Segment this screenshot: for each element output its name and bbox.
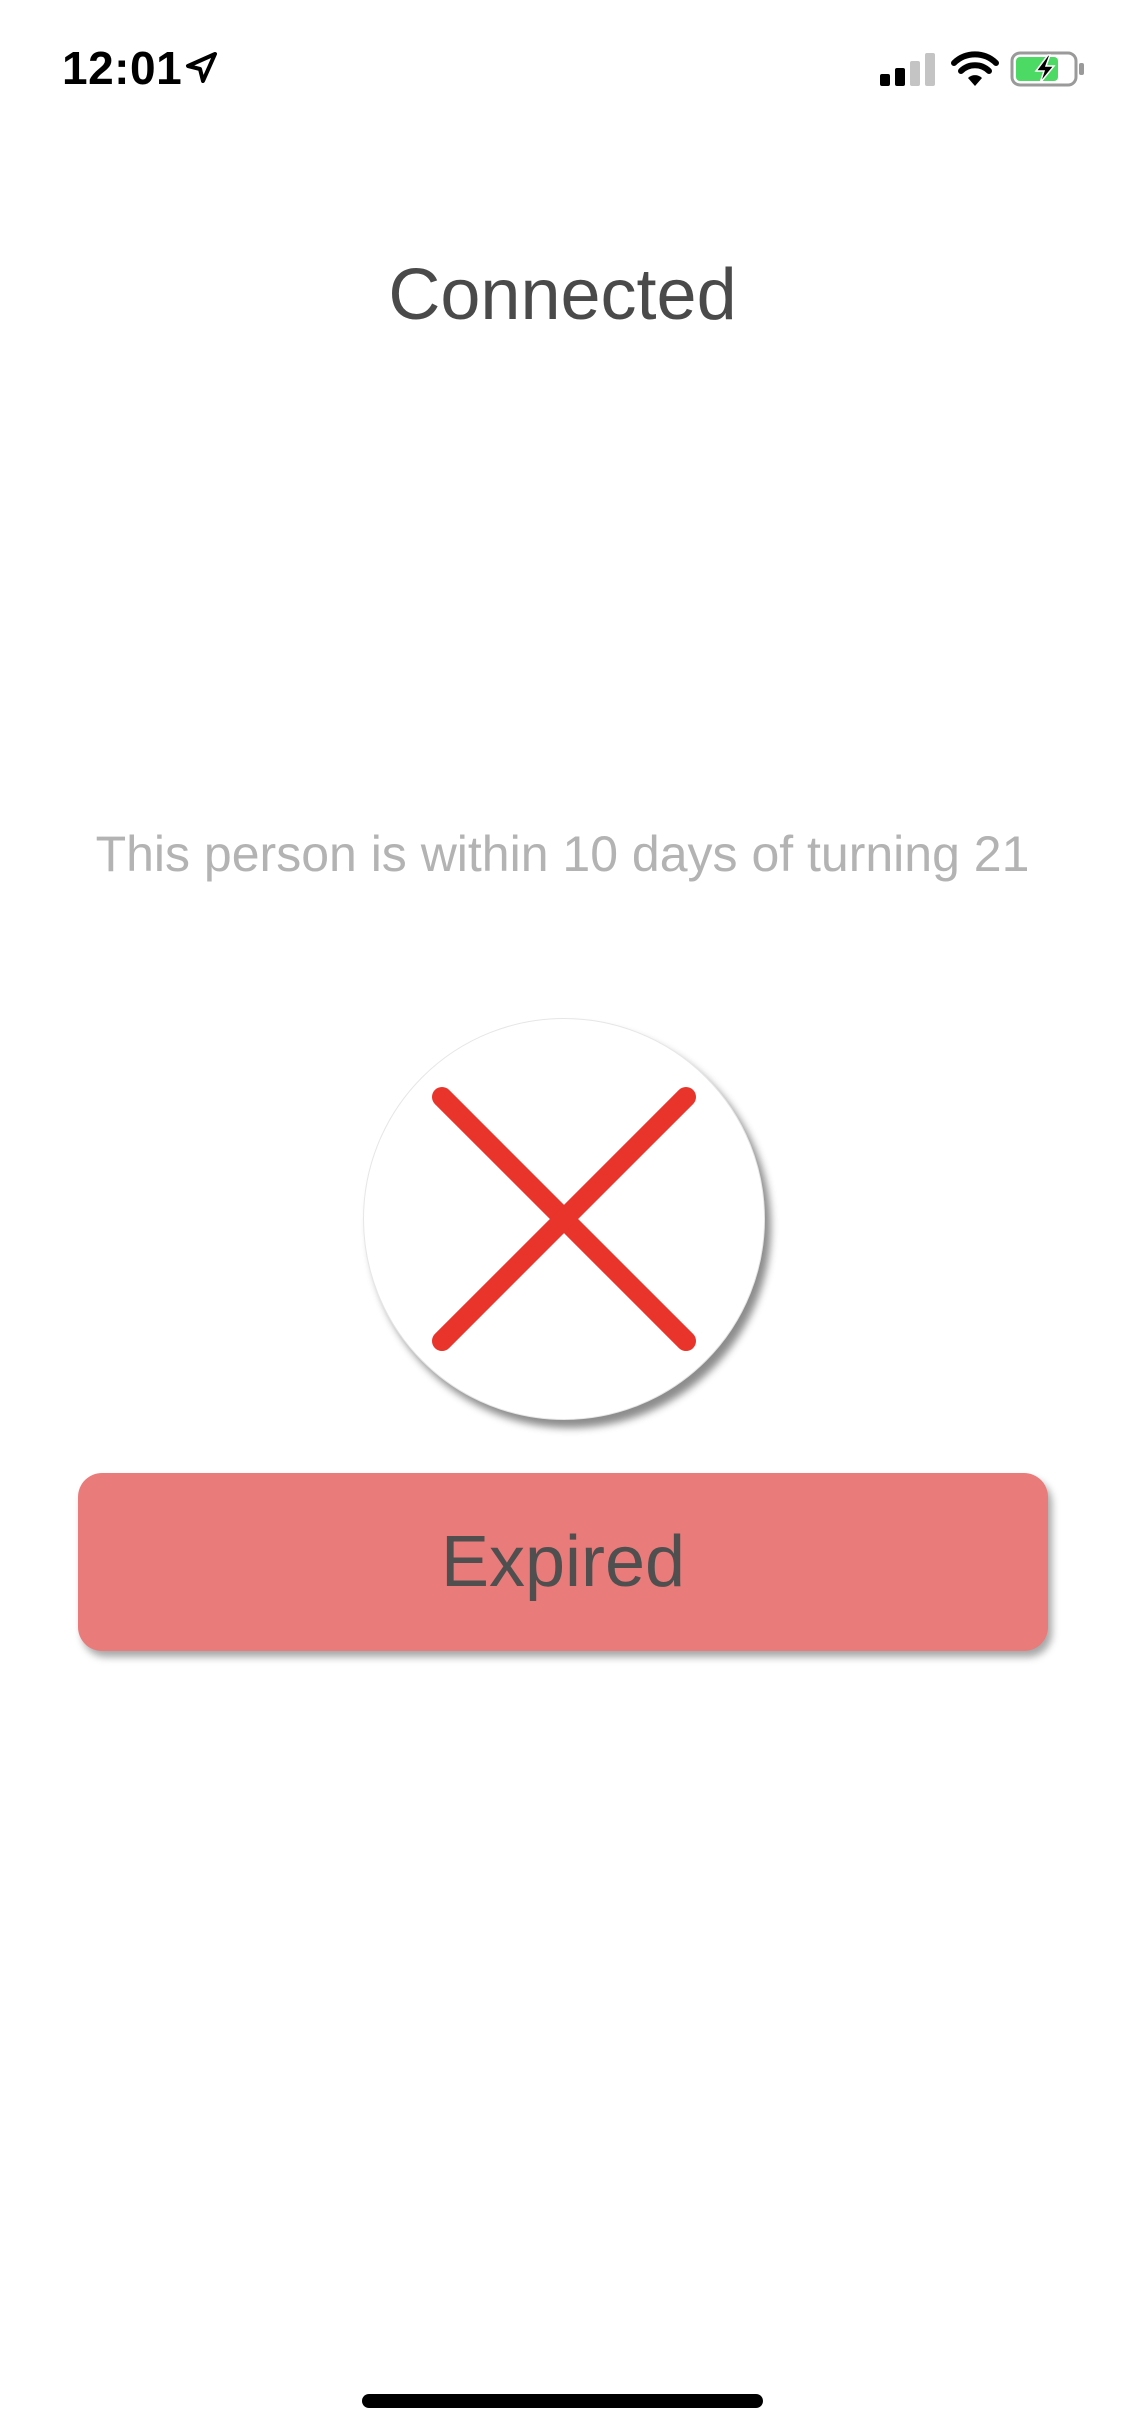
home-indicator[interactable] xyxy=(362,2394,763,2408)
expired-button[interactable]: Expired xyxy=(78,1473,1048,1651)
cellular-signal-icon xyxy=(880,53,935,86)
location-arrow-icon xyxy=(186,52,217,83)
status-message: This person is within 10 days of turning… xyxy=(95,826,1030,882)
x-mark-icon xyxy=(432,1087,696,1351)
status-time: 12:01 xyxy=(62,42,183,94)
status-bar: 12:01 xyxy=(0,0,1125,132)
battery-charging-icon xyxy=(1010,51,1084,87)
wifi-icon xyxy=(951,51,999,86)
status-indicator-circle xyxy=(363,1018,765,1420)
expired-button-label: Expired xyxy=(440,1522,686,1602)
page-title: Connected xyxy=(388,255,737,335)
